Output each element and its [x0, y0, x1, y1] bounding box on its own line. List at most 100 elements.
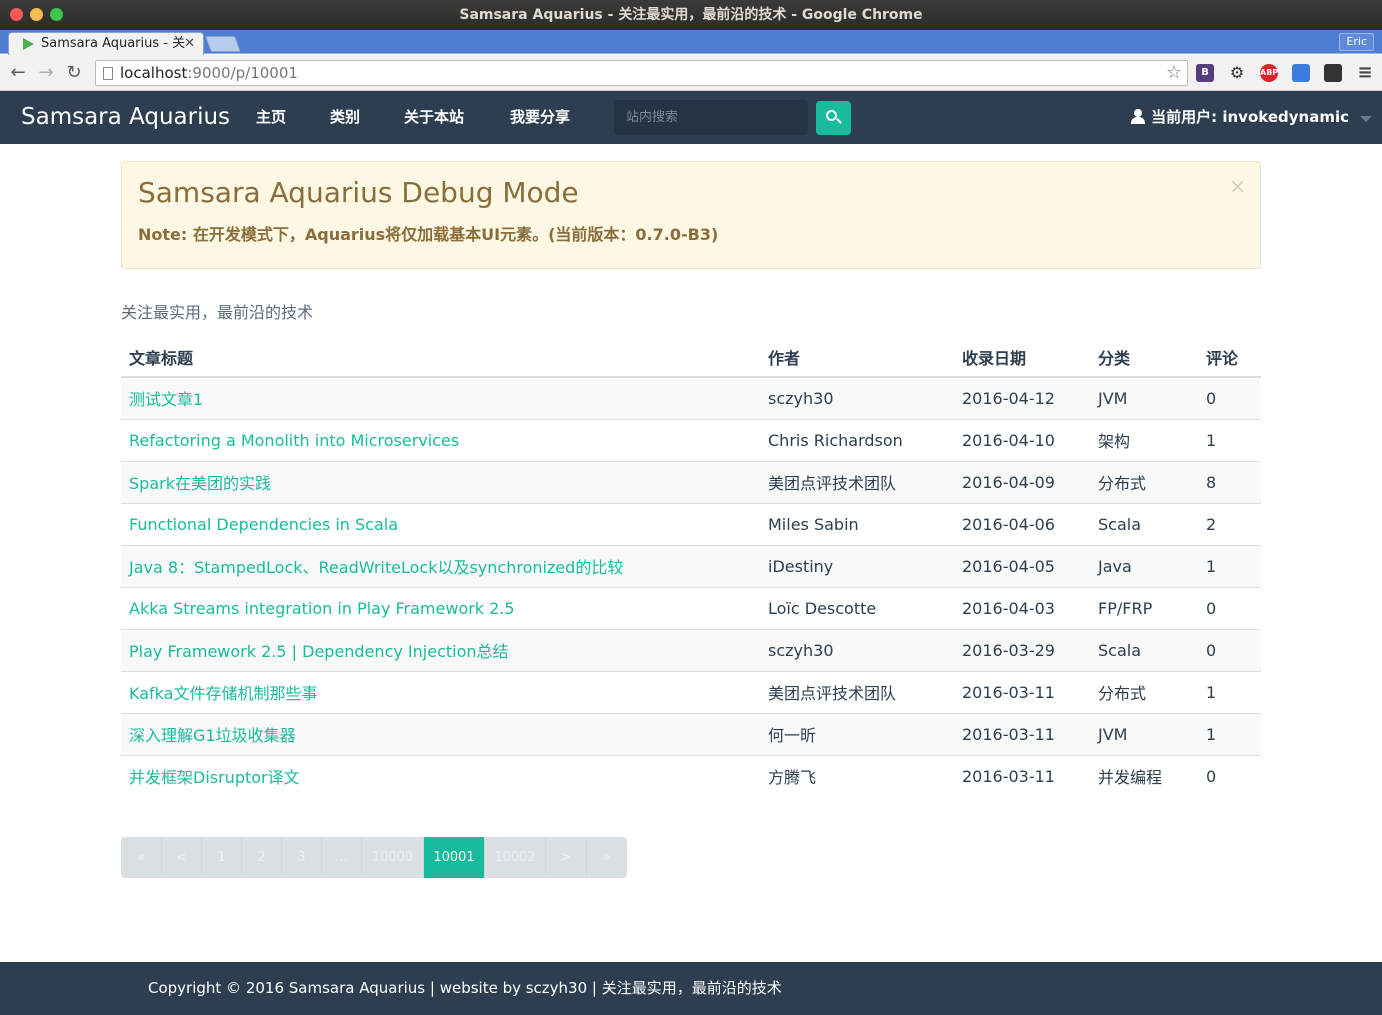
article-category: JVM	[1090, 712, 1198, 755]
site-brand[interactable]: Samsara Aquarius	[21, 91, 230, 144]
article-title-link[interactable]: 测试文章1	[129, 390, 203, 409]
article-author: 何一昕	[760, 712, 954, 755]
title-cell: 深入理解G1垃圾收集器	[121, 712, 760, 755]
gear-icon[interactable]: ⚙	[1228, 64, 1246, 82]
article-author: Chris Richardson	[760, 418, 954, 461]
profile-button[interactable]: Eric	[1339, 33, 1374, 51]
reload-icon[interactable]: ↻	[64, 63, 84, 83]
page-icon	[103, 67, 113, 80]
nav-about[interactable]: 关于本站	[404, 91, 464, 144]
calendar-icon[interactable]	[1292, 64, 1310, 82]
title-cell: Java 8：StampedLock、ReadWriteLock以及synchr…	[121, 544, 760, 587]
page-button[interactable]: 10002	[485, 837, 546, 878]
page-button[interactable]: «	[121, 837, 162, 878]
table-row: 测试文章1 sczyh30 2016-04-12 JVM 0	[121, 376, 1261, 419]
article-category: 并发编程	[1090, 754, 1198, 797]
page-button[interactable]: 2	[242, 837, 282, 878]
page-button[interactable]: 1	[202, 837, 242, 878]
article-comments: 2	[1198, 502, 1261, 545]
article-title-link[interactable]: Play Framework 2.5 | Dependency Injectio…	[129, 642, 509, 661]
forward-arrow-icon[interactable]: →	[36, 63, 56, 83]
article-title-link[interactable]: 并发框架Disruptor译文	[129, 768, 300, 787]
window-minimize-icon[interactable]	[30, 8, 43, 21]
article-date: 2016-04-05	[954, 544, 1090, 587]
article-date: 2016-03-11	[954, 670, 1090, 713]
article-author: Miles Sabin	[760, 502, 954, 545]
url-path: :9000/p/10001	[187, 64, 298, 82]
article-category: Scala	[1090, 502, 1198, 545]
header-comments: 评论	[1198, 337, 1261, 378]
header-date: 收录日期	[954, 337, 1090, 378]
table-row: Kafka文件存储机制那些事 美团点评技术团队 2016-03-11 分布式 1	[121, 670, 1261, 713]
alert-title: Samsara Aquarius Debug Mode	[138, 176, 579, 209]
article-author: 美团点评技术团队	[760, 460, 954, 503]
window-maximize-icon[interactable]	[50, 8, 63, 21]
article-date: 2016-03-11	[954, 754, 1090, 797]
article-category: 分布式	[1090, 460, 1198, 503]
article-title-link[interactable]: Functional Dependencies in Scala	[129, 515, 398, 534]
article-title-link[interactable]: Kafka文件存储机制那些事	[129, 684, 317, 703]
title-cell: 并发框架Disruptor译文	[121, 754, 760, 797]
tab-close-icon[interactable]: ✕	[184, 33, 195, 55]
new-tab-button[interactable]	[205, 36, 241, 52]
page-button[interactable]: 3	[282, 837, 322, 878]
table-row: Functional Dependencies in Scala Miles Sa…	[121, 502, 1261, 545]
alert-close-icon[interactable]: ×	[1229, 174, 1246, 198]
page-button[interactable]: <	[162, 837, 202, 878]
header-category: 分类	[1090, 337, 1198, 378]
incognito-icon[interactable]	[1324, 64, 1342, 82]
article-category: FP/FRP	[1090, 586, 1198, 629]
article-date: 2016-04-09	[954, 460, 1090, 503]
tab-strip: Samsara Aquarius - 关 ✕ Eric	[0, 30, 1382, 55]
article-category: Scala	[1090, 628, 1198, 671]
article-comments: 1	[1198, 712, 1261, 755]
article-title-link[interactable]: 深入理解G1垃圾收集器	[129, 726, 296, 745]
nav-home[interactable]: 主页	[256, 91, 286, 144]
page-button[interactable]: »	[587, 837, 627, 878]
title-cell: 测试文章1	[121, 376, 760, 419]
search-button[interactable]	[816, 101, 851, 135]
bookmark-star-icon[interactable]: ☆	[1166, 61, 1182, 85]
search-input[interactable]	[614, 100, 808, 135]
article-title-link[interactable]: Akka Streams integration in Play Framewo…	[129, 599, 515, 618]
article-title-link[interactable]: Spark在美团的实践	[129, 474, 271, 493]
current-user[interactable]: 当前用户: invokedynamic	[1131, 91, 1349, 144]
footer-text: Copyright © 2016 Samsara Aquarius | webs…	[148, 979, 782, 997]
header-title: 文章标题	[121, 337, 760, 378]
title-cell: Functional Dependencies in Scala	[121, 502, 760, 545]
article-title-link[interactable]: Refactoring a Monolith into Microservice…	[129, 431, 459, 450]
page-button[interactable]: >	[546, 837, 587, 878]
window-close-icon[interactable]	[10, 8, 23, 21]
adblock-icon[interactable]: ABP	[1260, 64, 1278, 82]
article-comments: 1	[1198, 670, 1261, 713]
article-date: 2016-03-11	[954, 712, 1090, 755]
debug-alert: Samsara Aquarius Debug Mode Note: 在开发模式下…	[121, 161, 1261, 269]
bootstrap-icon[interactable]: B	[1196, 64, 1214, 82]
table-row: Play Framework 2.5 | Dependency Injectio…	[121, 628, 1261, 671]
article-author: 美团点评技术团队	[760, 670, 954, 713]
table-row: Akka Streams integration in Play Framewo…	[121, 586, 1261, 629]
page-button[interactable]: ...	[322, 837, 362, 878]
table-row: Spark在美团的实践 美团点评技术团队 2016-04-09 分布式 8	[121, 460, 1261, 503]
page-button[interactable]: 10000	[362, 837, 424, 878]
table-row: 深入理解G1垃圾收集器 何一昕 2016-03-11 JVM 1	[121, 712, 1261, 755]
page-button[interactable]: 10001	[424, 837, 485, 878]
nav-categories[interactable]: 类别	[330, 91, 360, 144]
nav-share[interactable]: 我要分享	[510, 91, 570, 144]
user-icon	[1131, 109, 1146, 124]
browser-tab[interactable]: Samsara Aquarius - 关 ✕	[8, 32, 204, 55]
article-comments: 0	[1198, 754, 1261, 797]
article-title-link[interactable]: Java 8：StampedLock、ReadWriteLock以及synchr…	[129, 558, 623, 577]
title-cell: Kafka文件存储机制那些事	[121, 670, 760, 713]
articles-table: 文章标题 作者 收录日期 分类 评论 测试文章1 sczyh30 2016-04-1…	[121, 337, 1261, 797]
article-date: 2016-04-06	[954, 502, 1090, 545]
current-user-label: 当前用户: invokedynamic	[1151, 108, 1349, 126]
menu-icon[interactable]: ≡	[1356, 64, 1374, 82]
tab-title: Samsara Aquarius - 关	[41, 36, 186, 51]
article-date: 2016-04-10	[954, 418, 1090, 461]
back-arrow-icon[interactable]: ←	[8, 63, 28, 83]
address-bar[interactable]: localhost:9000/p/10001 ☆	[95, 60, 1188, 86]
article-category: 架构	[1090, 418, 1198, 461]
title-cell: Spark在美团的实践	[121, 460, 760, 503]
dropdown-caret-icon[interactable]	[1360, 116, 1372, 122]
